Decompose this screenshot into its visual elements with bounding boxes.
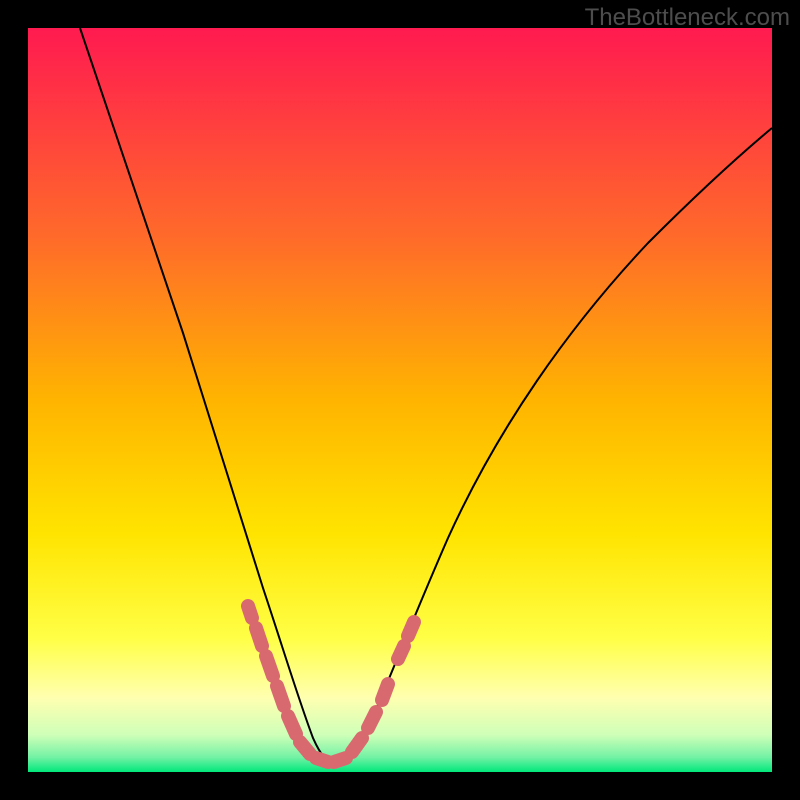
chart-plot: [28, 28, 772, 772]
watermark-text: TheBottleneck.com: [585, 4, 790, 32]
chart-frame: TheBottleneck.com: [0, 0, 800, 800]
